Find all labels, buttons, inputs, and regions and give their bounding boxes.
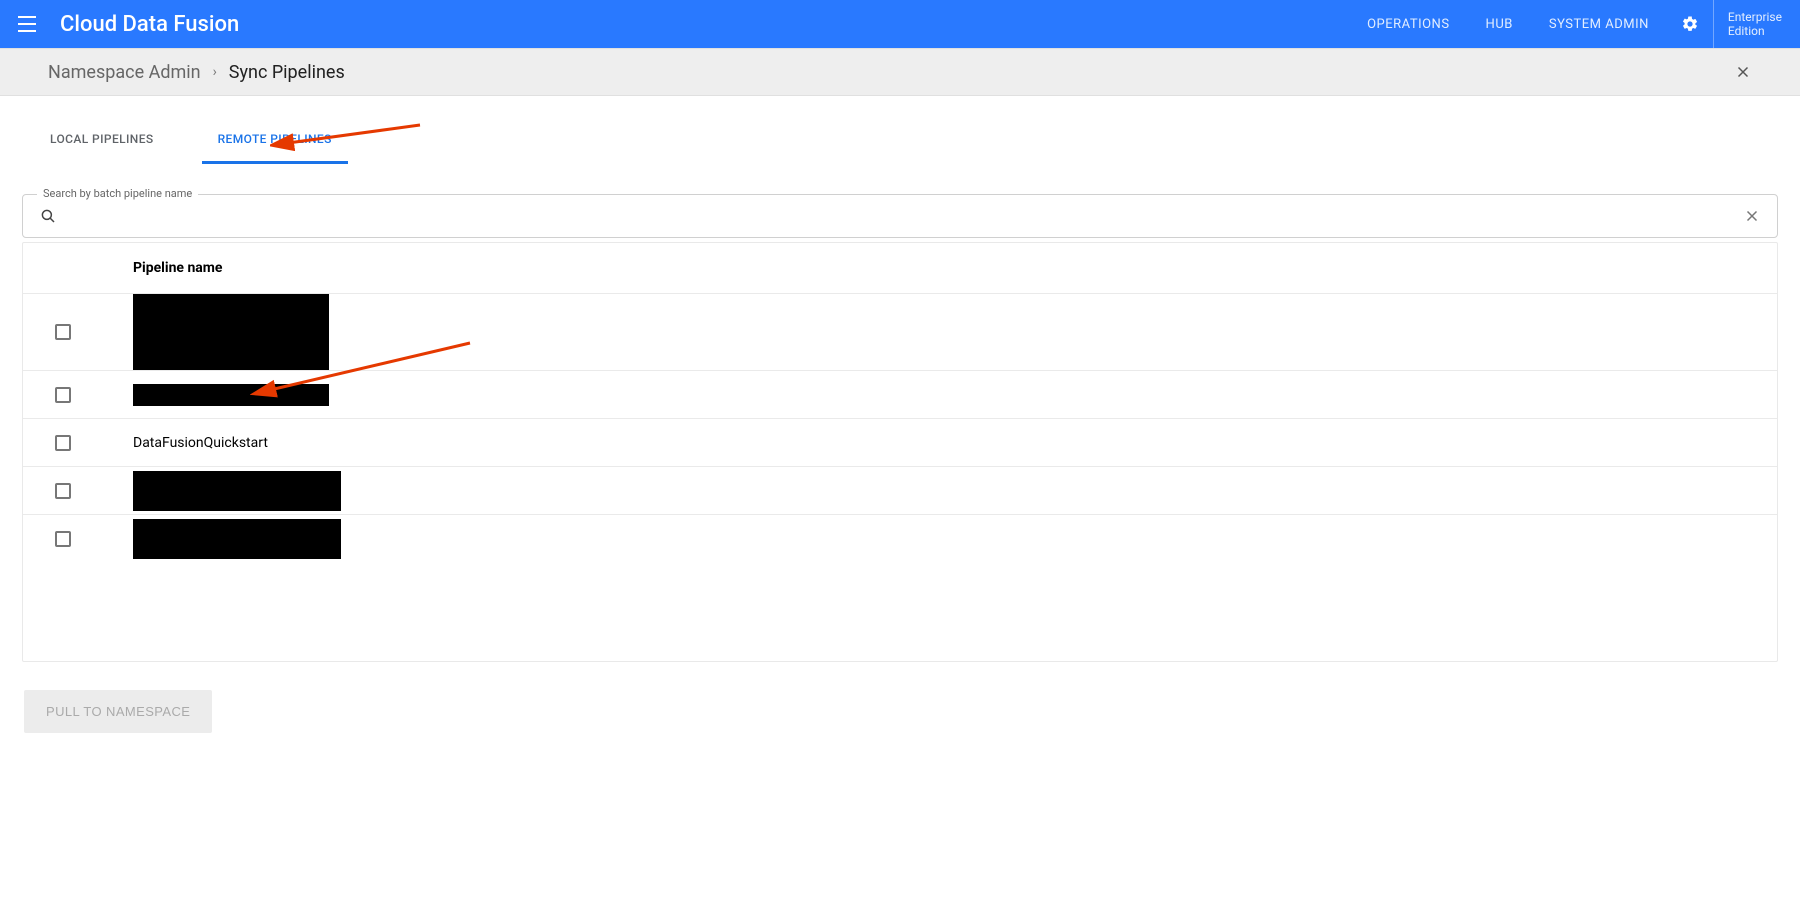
breadcrumb-current: Sync Pipelines [229, 62, 345, 83]
redacted-block [133, 471, 341, 511]
breadcrumb-parent[interactable]: Namespace Admin [48, 62, 201, 83]
row-checkbox-cell [23, 324, 109, 340]
pipelines-table: Pipeline name DataFusionQuickstart [22, 242, 1778, 662]
row-checkbox[interactable] [55, 435, 71, 451]
table-header: Pipeline name [23, 243, 1777, 293]
header-right: OPERATIONS HUB SYSTEM ADMIN Enterprise E… [1349, 0, 1800, 48]
footer: PULL TO NAMESPACE [18, 662, 1782, 761]
nav-hub[interactable]: HUB [1468, 0, 1531, 48]
app-header: Cloud Data Fusion OPERATIONS HUB SYSTEM … [0, 0, 1800, 48]
table-row [23, 514, 1777, 562]
row-checkbox[interactable] [55, 531, 71, 547]
edition-label: Enterprise Edition [1714, 0, 1800, 48]
pipeline-name-cell [133, 384, 1777, 406]
pull-to-namespace-button[interactable]: PULL TO NAMESPACE [24, 690, 212, 733]
row-checkbox-cell [23, 483, 109, 499]
redacted-block [133, 519, 341, 559]
settings-icon[interactable] [1667, 0, 1714, 48]
redacted-block [133, 384, 329, 406]
tabs: LOCAL PIPELINES REMOTE PIPELINES [18, 114, 1782, 164]
row-checkbox[interactable] [55, 483, 71, 499]
chevron-right-icon: › [213, 64, 217, 80]
pipeline-name-cell [133, 519, 1777, 559]
main-content: LOCAL PIPELINES REMOTE PIPELINES Search … [0, 96, 1800, 779]
menu-icon[interactable] [18, 12, 42, 36]
tab-remote-pipelines[interactable]: REMOTE PIPELINES [210, 114, 340, 164]
tab-local-pipelines[interactable]: LOCAL PIPELINES [42, 114, 162, 164]
search-input[interactable] [71, 208, 1729, 225]
product-title: Cloud Data Fusion [60, 12, 239, 37]
table-body: DataFusionQuickstart [23, 293, 1777, 562]
clear-search-icon[interactable] [1743, 207, 1761, 225]
row-checkbox-cell [23, 387, 109, 403]
table-row: DataFusionQuickstart [23, 418, 1777, 466]
edition-line2: Edition [1728, 24, 1782, 38]
pipeline-name-cell[interactable]: DataFusionQuickstart [109, 435, 1777, 451]
pipeline-name-cell [133, 294, 1777, 370]
column-pipeline-name: Pipeline name [109, 260, 1777, 276]
edition-line1: Enterprise [1728, 10, 1782, 24]
close-icon[interactable] [1734, 63, 1752, 81]
row-checkbox[interactable] [55, 324, 71, 340]
row-checkbox[interactable] [55, 387, 71, 403]
search-label: Search by batch pipeline name [37, 187, 198, 200]
table-row [23, 466, 1777, 514]
breadcrumb: Namespace Admin › Sync Pipelines [0, 48, 1800, 96]
search-icon [39, 207, 57, 225]
header-left: Cloud Data Fusion [0, 12, 239, 37]
search-container: Search by batch pipeline name [22, 194, 1778, 238]
table-row [23, 370, 1777, 418]
table-row [23, 293, 1777, 370]
pipeline-name-cell [133, 471, 1777, 511]
row-checkbox-cell [23, 435, 109, 451]
nav-system-admin[interactable]: SYSTEM ADMIN [1531, 0, 1667, 48]
nav-operations[interactable]: OPERATIONS [1349, 0, 1467, 48]
redacted-block [133, 294, 329, 370]
row-checkbox-cell [23, 531, 109, 547]
